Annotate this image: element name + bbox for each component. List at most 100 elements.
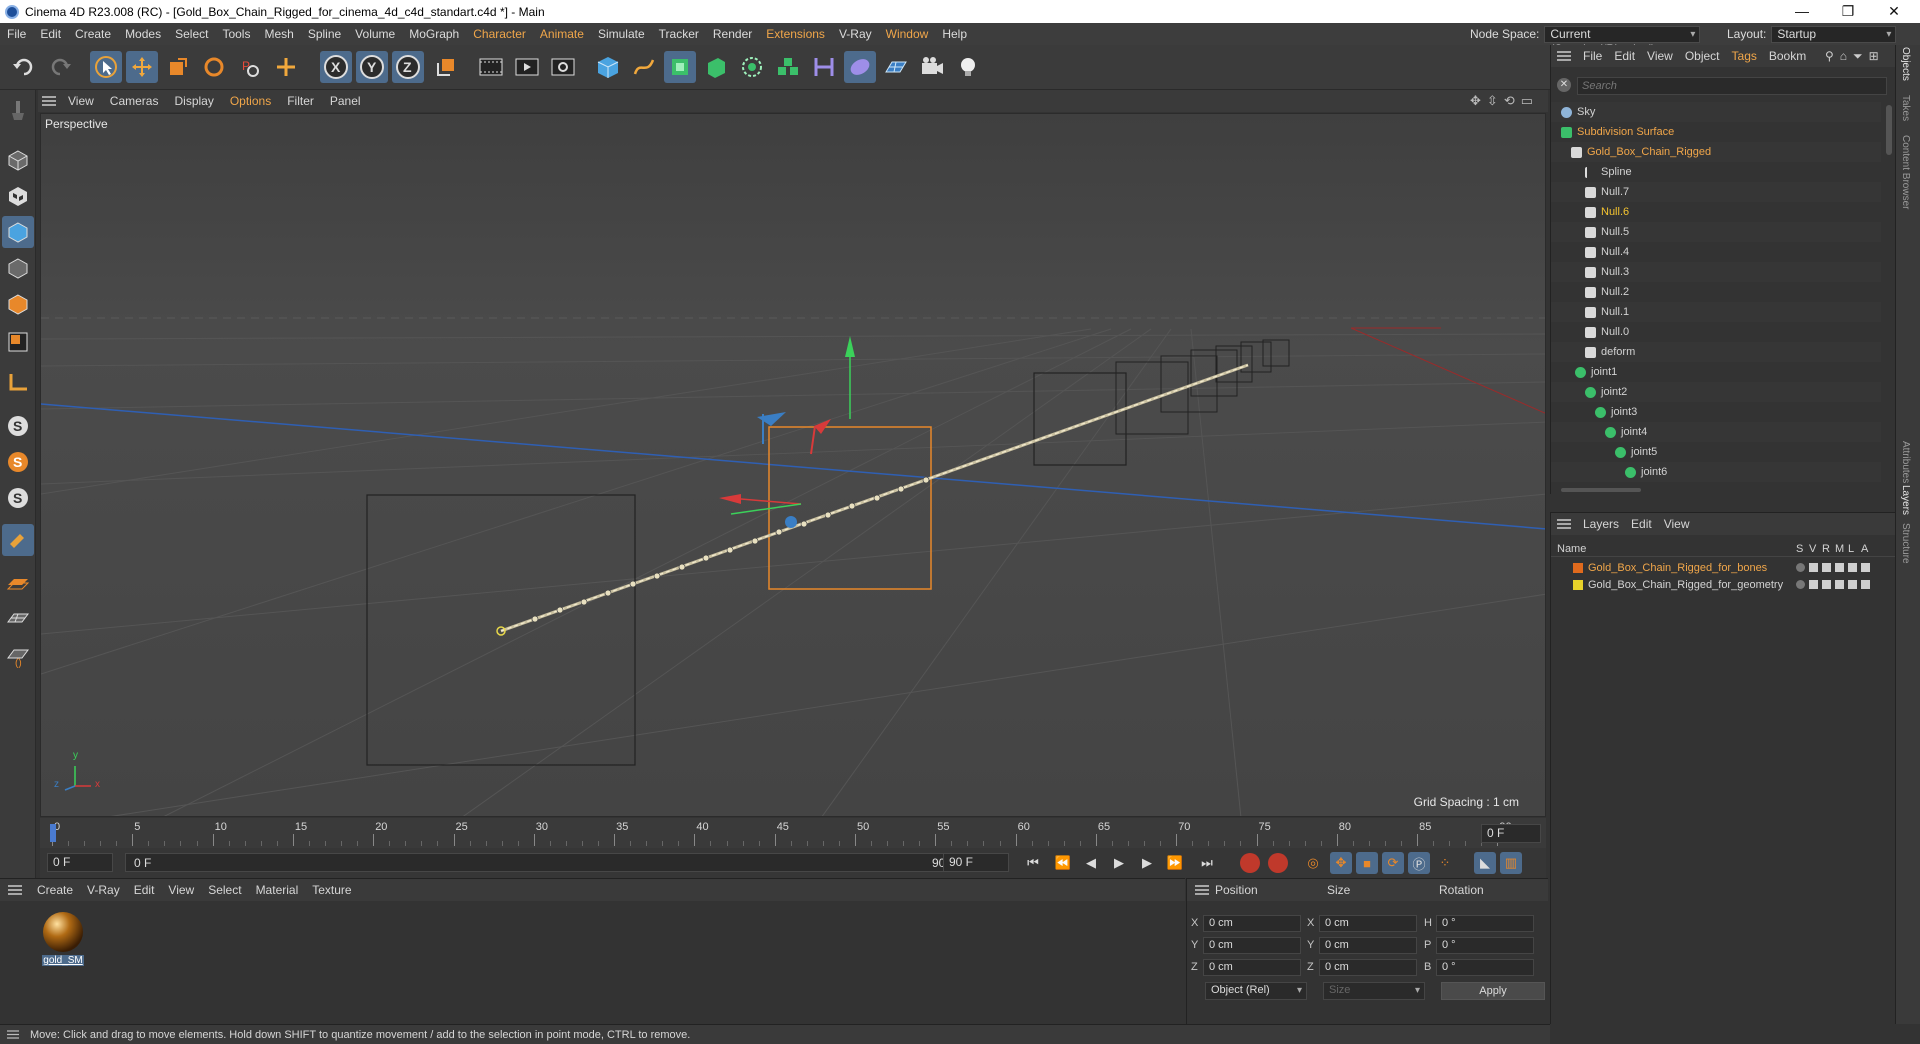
material-swatch[interactable] [42, 911, 84, 953]
object-menu-object[interactable]: Object [1679, 49, 1726, 63]
rotation-h-field[interactable]: 0 ° [1436, 915, 1534, 932]
size-x-field[interactable]: 0 cm [1319, 915, 1417, 932]
layer-visible-icon[interactable] [1809, 563, 1818, 572]
cloner-icon[interactable] [736, 51, 768, 83]
play-icon[interactable]: ▶ [1108, 852, 1130, 874]
start-frame-field[interactable]: 0 F [47, 853, 113, 872]
z-axis-lock-icon[interactable]: Z [392, 51, 424, 83]
side-tab-structure[interactable]: Structure [1900, 523, 1911, 564]
record-keys-icon[interactable] [1240, 853, 1260, 873]
object-scrollbar[interactable] [1886, 105, 1892, 155]
object-row-subdivision-surface[interactable]: Subdivision Surface [1551, 122, 1881, 142]
side-tab-layers[interactable]: Layers [1900, 485, 1911, 515]
prev-key-icon[interactable]: ⏪ [1052, 852, 1074, 874]
menu-render[interactable]: Render [706, 27, 759, 41]
menu-mograph[interactable]: MoGraph [402, 27, 466, 41]
side-tab-objects[interactable]: Objects [1900, 47, 1911, 81]
render-settings-icon[interactable] [547, 51, 579, 83]
extrude-generator-icon[interactable] [700, 51, 732, 83]
coords-hamburger-icon[interactable] [1187, 885, 1217, 895]
material-menu-v-ray[interactable]: V-Ray [80, 883, 127, 897]
menu-tools[interactable]: Tools [215, 27, 257, 41]
viewport-camera-label[interactable]: Perspective [45, 117, 108, 131]
close-button[interactable]: ✕ [1871, 0, 1917, 23]
field-icon[interactable] [844, 51, 876, 83]
keyframe-selection-icon[interactable]: ◎ [1302, 852, 1324, 874]
object-menu-edit[interactable]: Edit [1608, 49, 1641, 63]
subdivision-surface-icon[interactable] [664, 51, 696, 83]
apply-button[interactable]: Apply [1441, 982, 1545, 1000]
object-row-joint2[interactable]: joint2 [1551, 382, 1881, 402]
menu-tracker[interactable]: Tracker [652, 27, 706, 41]
cube-primitive-icon[interactable] [592, 51, 624, 83]
size-z-field[interactable]: 0 cm [1319, 959, 1417, 976]
object-row-deform[interactable]: deform [1551, 342, 1881, 362]
enable-axis-icon[interactable] [2, 326, 34, 358]
brush-icon[interactable] [2, 94, 34, 126]
material-name[interactable]: gold_SM [42, 955, 84, 966]
parameter-key-icon[interactable]: Ⓟ [1408, 852, 1430, 874]
object-mode-icon[interactable] [2, 216, 34, 248]
menu-window[interactable]: Window [879, 27, 936, 41]
rotation-b-field[interactable]: 0 ° [1436, 959, 1534, 976]
render-region-icon[interactable] [475, 51, 507, 83]
scale-tool-icon[interactable] [162, 51, 194, 83]
rotate-tool-icon[interactable] [198, 51, 230, 83]
object-row-joint6[interactable]: joint6 [1551, 462, 1881, 482]
viewport-menu-filter[interactable]: Filter [279, 94, 322, 108]
layer-color-swatch[interactable] [1573, 562, 1583, 573]
object-row-joint1[interactable]: joint1 [1551, 362, 1881, 382]
object-hamburger-icon[interactable] [1551, 51, 1577, 61]
object-row-null-7[interactable]: Null.7 [1551, 182, 1881, 202]
object-row-joint3[interactable]: joint3 [1551, 402, 1881, 422]
perspective-viewport[interactable]: Perspective y z x Grid Spacing : 1 cm [40, 113, 1546, 817]
timeline-frame-field[interactable]: 0 F [1481, 824, 1541, 843]
rotation-key-icon[interactable]: ⟳ [1382, 852, 1404, 874]
render-view-icon[interactable] [511, 51, 543, 83]
position-x-field[interactable]: 0 cm [1203, 915, 1301, 932]
timeline-icon[interactable]: ▥ [1500, 852, 1522, 874]
rotation-p-field[interactable]: 0 ° [1436, 937, 1534, 954]
position-z-field[interactable]: 0 cm [1203, 959, 1301, 976]
material-hamburger-icon[interactable] [0, 885, 30, 895]
viewport-solo-icon[interactable]: () [2, 640, 34, 672]
object-menu-file[interactable]: File [1577, 49, 1608, 63]
pen-spline-icon[interactable] [628, 51, 660, 83]
menu-select[interactable]: Select [168, 27, 215, 41]
motion-system-icon[interactable]: ◣ [1474, 852, 1496, 874]
object-row-null-5[interactable]: Null.5 [1551, 222, 1881, 242]
layer-hamburger-icon[interactable] [1551, 519, 1577, 529]
viewport-hamburger-icon[interactable] [38, 90, 60, 112]
viewport-menu-view[interactable]: View [60, 94, 102, 108]
object-menu-tags[interactable]: Tags [1726, 49, 1763, 63]
x-axis-lock-icon[interactable]: X [320, 51, 352, 83]
next-key-icon[interactable]: ⏩ [1164, 852, 1186, 874]
layer-manager-icon[interactable] [1835, 580, 1844, 589]
undo-icon[interactable] [8, 51, 40, 83]
mograph-cloner-icon[interactable] [772, 51, 804, 83]
model-mode-icon[interactable] [2, 144, 34, 176]
y-axis-lock-icon[interactable]: Y [356, 51, 388, 83]
layer-render-icon[interactable] [1822, 563, 1831, 572]
viewport-menu-display[interactable]: Display [166, 94, 221, 108]
layer-animation-icon[interactable] [1861, 580, 1870, 589]
light-icon[interactable] [952, 51, 984, 83]
search-icon[interactable]: ⚲ [1825, 49, 1834, 64]
layer-menu-view[interactable]: View [1658, 517, 1696, 531]
go-to-start-icon[interactable]: ⏮ [1022, 852, 1044, 874]
material-menu-texture[interactable]: Texture [305, 883, 358, 897]
menu-modes[interactable]: Modes [118, 27, 168, 41]
scene-canvas[interactable] [41, 114, 1546, 817]
menu-simulate[interactable]: Simulate [591, 27, 652, 41]
material-menu-edit[interactable]: Edit [127, 883, 162, 897]
object-row-joint5[interactable]: joint5 [1551, 442, 1881, 462]
object-row-spline[interactable]: Spline [1551, 162, 1881, 182]
scale-key-icon[interactable]: ■ [1356, 852, 1378, 874]
menu-help[interactable]: Help [935, 27, 974, 41]
floor-icon[interactable] [880, 51, 912, 83]
coordinate-mode-dropdown[interactable]: Object (Rel) [1205, 982, 1307, 1000]
object-menu-view[interactable]: View [1641, 49, 1679, 63]
layout-dropdown[interactable]: Startup [1771, 25, 1897, 43]
layer-row[interactable]: Gold_Box_Chain_Rigged_for_bones [1551, 559, 1896, 576]
snap-settings-icon[interactable]: S [2, 446, 34, 478]
